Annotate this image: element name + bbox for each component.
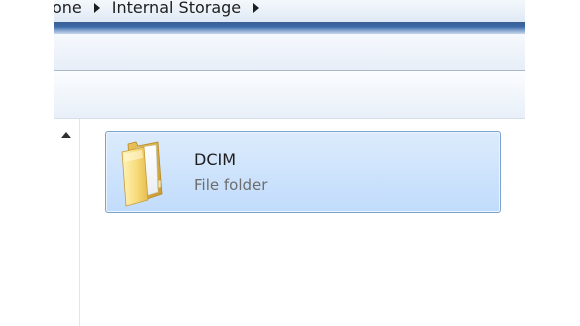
breadcrumb-item-phone[interactable]: one: [54, 0, 82, 16]
address-bar[interactable]: one Internal Storage: [54, 0, 525, 22]
folder-icon: [121, 141, 163, 207]
file-explorer-window: one Internal Storage DCIM File folder: [54, 0, 525, 326]
file-list: DCIM File folder: [80, 119, 525, 326]
breadcrumb-item-internal-storage[interactable]: Internal Storage: [112, 0, 241, 16]
navigation-pane[interactable]: [54, 119, 80, 326]
breadcrumb-chevron-right-icon[interactable]: [93, 3, 100, 13]
column-header-bar: [54, 71, 525, 119]
folder-item-dcim[interactable]: DCIM File folder: [105, 131, 501, 213]
screenshot-stage: one Internal Storage DCIM File folder: [0, 0, 580, 326]
command-toolbar: [54, 34, 525, 71]
folder-name: DCIM: [194, 150, 237, 169]
folder-type: File folder: [194, 176, 268, 194]
window-frame-band: [54, 22, 525, 34]
scroll-up-arrow-icon[interactable]: [61, 132, 71, 138]
breadcrumb-chevron-right-icon[interactable]: [253, 3, 260, 13]
